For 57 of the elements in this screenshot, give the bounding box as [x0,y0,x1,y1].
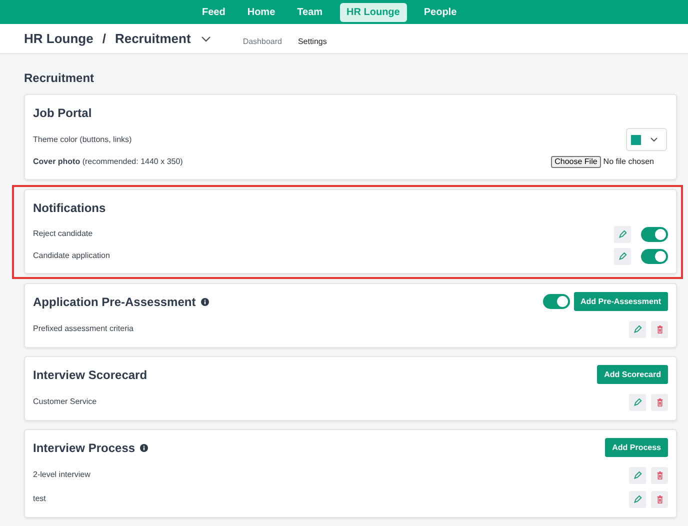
info-icon[interactable] [140,444,148,452]
chevron-down-icon [650,137,658,142]
section-title: Application Pre-Assessment [33,294,196,310]
delete-button[interactable] [651,490,668,508]
delete-button[interactable] [651,394,668,410]
section-title: Interview Process [33,440,136,456]
pencil-icon [618,252,627,260]
edit-button[interactable] [629,394,646,410]
chevron-down-icon[interactable] [200,36,211,42]
choose-file-button[interactable]: Choose File [550,156,602,168]
pencil-icon [633,398,642,406]
add-button[interactable]: Add Process [605,438,668,457]
nav-tab[interactable]: HR Lounge [340,2,407,22]
edit-button[interactable] [629,490,646,508]
edit-button[interactable] [614,248,631,264]
breadcrumb-separator: / [102,30,106,48]
toggle-switch[interactable] [641,226,668,242]
page-title: Recruitment [24,70,96,87]
setting-label: test [33,493,46,505]
breadcrumb-link[interactable]: HR Lounge [24,28,94,48]
delete-button[interactable] [651,320,668,338]
toggle-switch[interactable] [542,294,570,309]
trash-icon [656,324,664,334]
section-title: Job Portal [33,104,92,122]
edit-button[interactable] [629,320,646,338]
pencil-icon [633,494,642,504]
edit-button[interactable] [629,466,646,484]
setting-label: Cover photo (recommended: 1440 x 350) [33,156,183,168]
setting-label: Theme color (buttons, links) [33,134,132,146]
pencil-icon [618,230,627,238]
nav-tab[interactable]: Feed [197,2,230,22]
toggle-switch[interactable] [641,248,668,264]
section-title: Notifications [33,200,106,216]
nav-tab[interactable]: Team [292,2,328,22]
pencil-icon [633,324,642,334]
trash-icon [656,398,664,406]
info-icon[interactable] [200,298,209,306]
file-status: No file chosen [603,156,654,168]
setting-label: Prefixed assessment criteria [33,323,134,335]
setting-label: Candidate application [33,250,110,262]
color-dropdown[interactable] [626,128,667,151]
nav-tab[interactable]: People [418,2,462,22]
edit-button[interactable] [614,226,631,242]
add-button[interactable]: Add Scorecard [597,365,668,384]
trash-icon [656,494,664,504]
section-title: Interview Scorecard [33,366,148,384]
sub-tab[interactable]: Dashboard [242,36,282,48]
delete-button[interactable] [651,466,668,484]
sub-tab[interactable]: Settings [298,36,327,48]
pencil-icon [633,470,642,480]
setting-label: 2-level interview [33,469,90,481]
nav-tab[interactable]: Home [242,2,280,22]
setting-label: Customer Service [33,396,97,408]
setting-label: Reject candidate [33,228,93,240]
breadcrumb-current: Recruitment [114,30,191,48]
add-button[interactable]: Add Pre-Assessment [574,292,668,311]
trash-icon [656,470,664,480]
